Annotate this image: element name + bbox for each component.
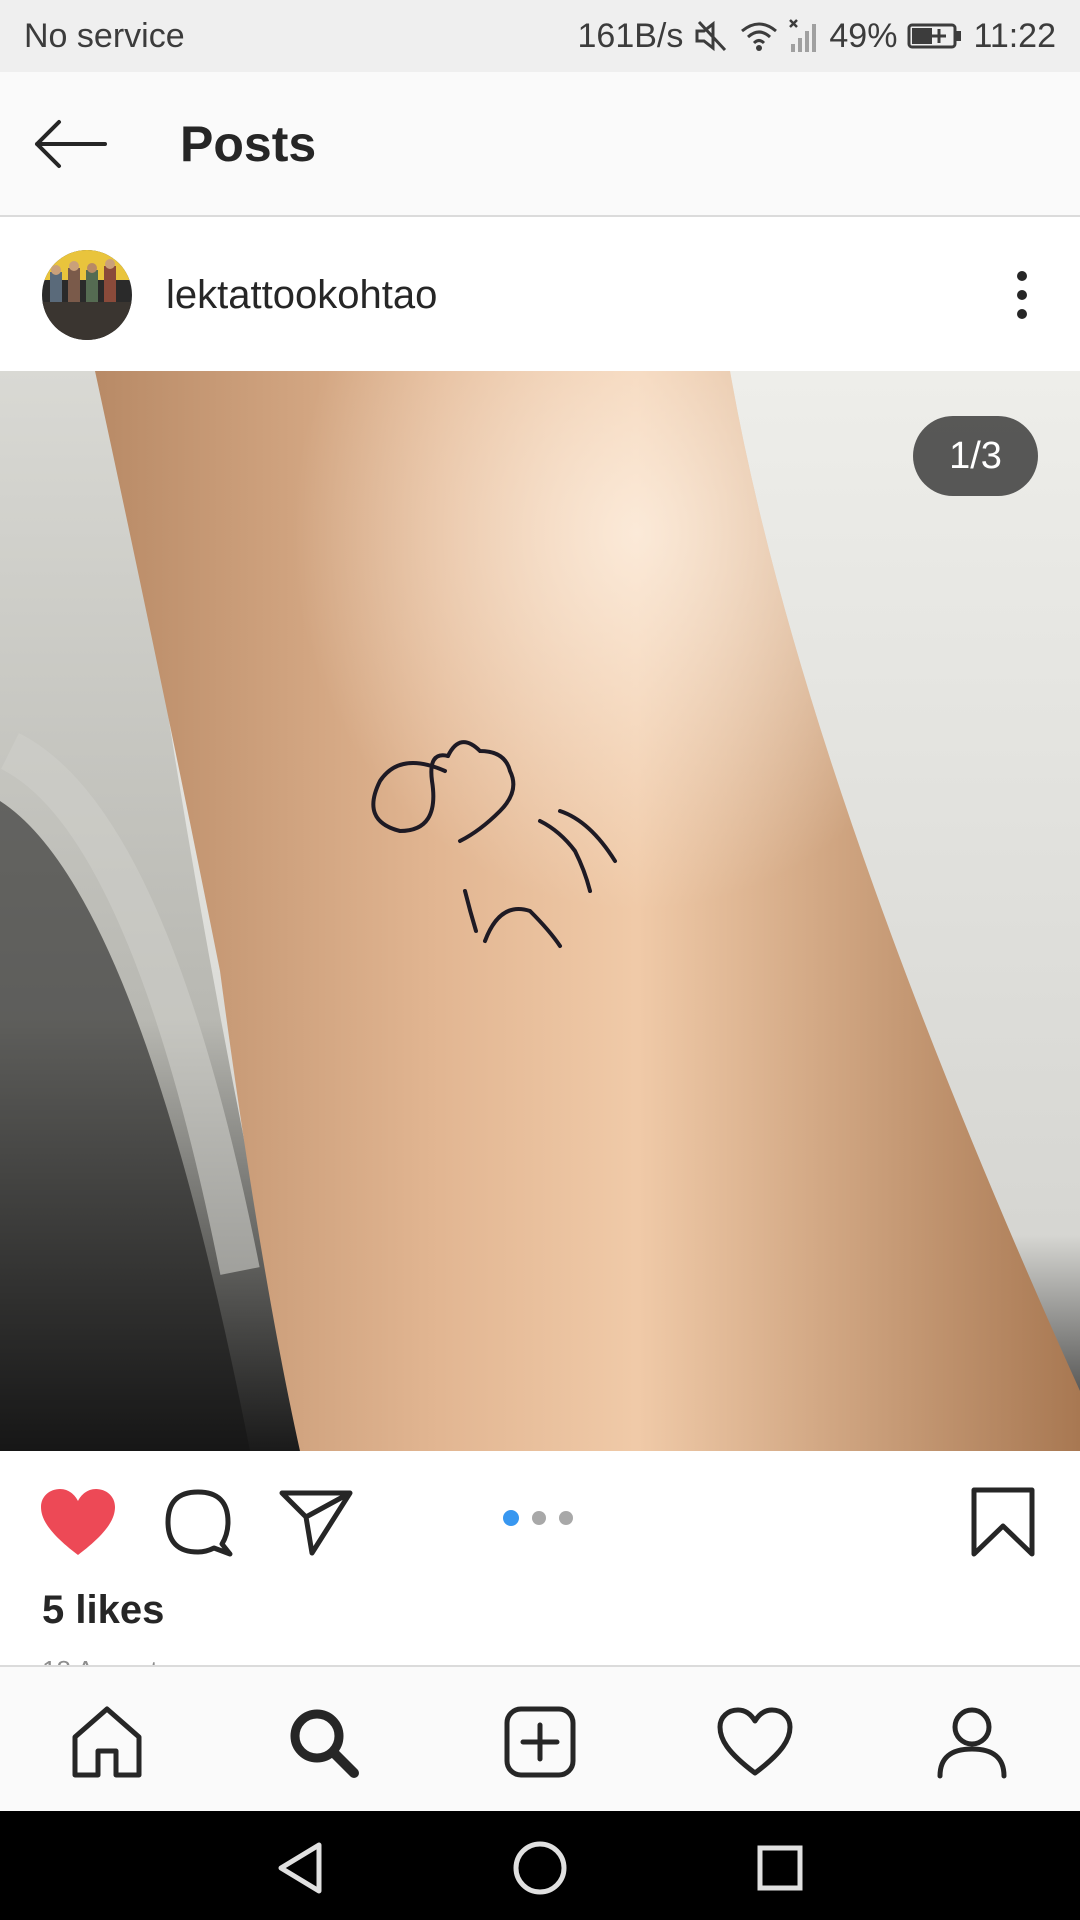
- more-vertical-icon: [1017, 271, 1027, 319]
- nav-home[interactable]: [62, 1697, 152, 1787]
- avatar[interactable]: [42, 250, 132, 340]
- clock-text: 11:22: [973, 16, 1056, 55]
- comment-icon: [165, 1489, 233, 1557]
- carousel-dot-active: [503, 1510, 519, 1526]
- new-post-icon: [504, 1706, 576, 1778]
- post-photo[interactable]: 1/3: [0, 371, 1080, 1451]
- system-nav-bar: [0, 1811, 1080, 1920]
- status-bar: No service 161B/s 49% 11:22: [0, 0, 1080, 72]
- battery-charging-icon: [907, 23, 962, 49]
- comment-button[interactable]: [155, 1479, 241, 1565]
- home-icon: [72, 1706, 142, 1778]
- system-back-button[interactable]: [265, 1833, 335, 1903]
- battery-percent-text: 49%: [829, 16, 898, 55]
- bottom-nav: [0, 1665, 1080, 1811]
- more-options-button[interactable]: [972, 245, 1072, 345]
- wifi-icon: [741, 22, 778, 51]
- home-circle-icon: [513, 1841, 567, 1895]
- bookmark-icon: [971, 1487, 1035, 1557]
- carousel-dot: [559, 1511, 573, 1525]
- likes-count[interactable]: 5 likes: [42, 1588, 164, 1633]
- app-screen: No service 161B/s 49% 11:22 Posts lektat…: [0, 0, 1080, 1920]
- back-triangle-icon: [278, 1842, 322, 1894]
- profile-icon: [937, 1707, 1007, 1779]
- carousel-dot: [532, 1511, 546, 1525]
- back-button[interactable]: [0, 71, 140, 216]
- send-icon: [279, 1490, 353, 1556]
- page-title: Posts: [180, 115, 317, 172]
- activity-icon: [717, 1707, 793, 1776]
- signal-off-icon: [789, 19, 817, 52]
- system-recents-button[interactable]: [745, 1833, 815, 1903]
- system-home-button[interactable]: [505, 1833, 575, 1903]
- carousel-indicator: [503, 1510, 573, 1526]
- nav-new-post[interactable]: [495, 1697, 585, 1787]
- tattoo-photo: [0, 371, 1080, 1451]
- heart-filled-icon: [41, 1489, 115, 1555]
- carrier-text: No service: [24, 16, 185, 55]
- post-header: lektattookohtao: [0, 219, 1080, 371]
- share-button[interactable]: [273, 1479, 359, 1565]
- like-button[interactable]: [35, 1479, 121, 1565]
- save-button[interactable]: [960, 1479, 1046, 1565]
- mute-icon: [695, 20, 727, 52]
- nav-profile[interactable]: [927, 1697, 1017, 1787]
- search-icon: [290, 1709, 359, 1778]
- top-bar: Posts: [0, 72, 1080, 217]
- nav-activity[interactable]: [710, 1697, 800, 1787]
- net-speed-text: 161B/s: [577, 16, 684, 55]
- nav-search[interactable]: [278, 1697, 368, 1787]
- post-username[interactable]: lektattookohtao: [166, 273, 972, 318]
- recents-square-icon: [757, 1845, 803, 1891]
- image-counter: 1/3: [913, 416, 1038, 496]
- back-arrow-icon: [35, 119, 107, 168]
